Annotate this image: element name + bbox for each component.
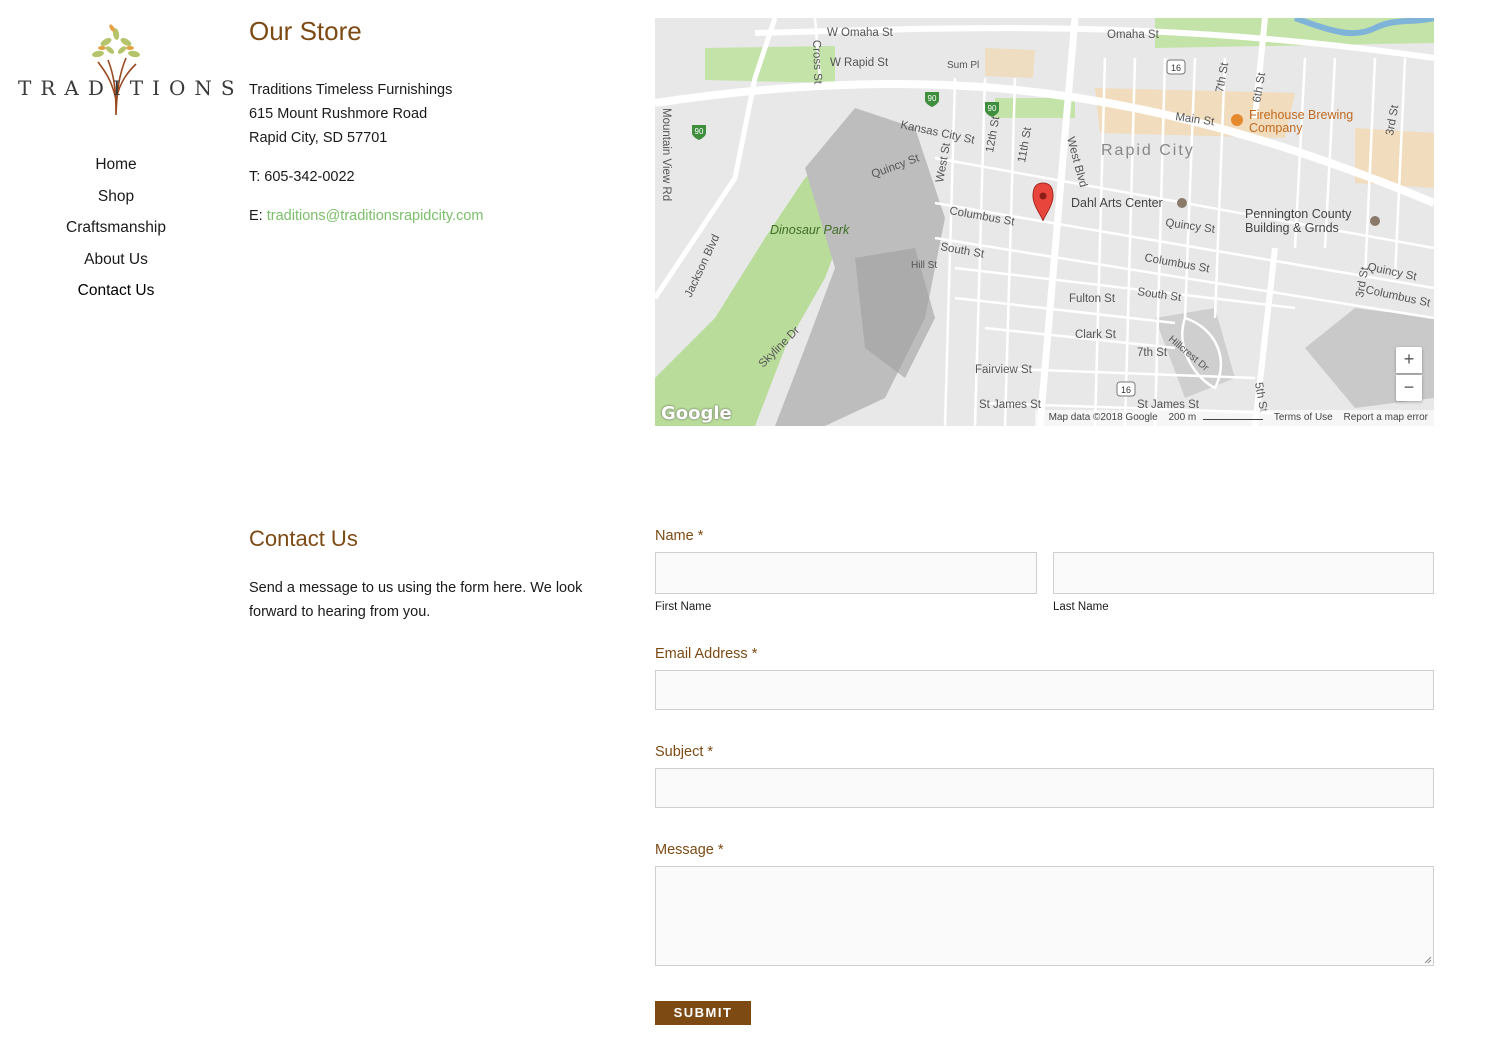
- map-terms-link[interactable]: Terms of Use: [1274, 412, 1333, 423]
- nav-contact-us[interactable]: Contact Us: [16, 278, 216, 310]
- store-title: Our Store: [249, 16, 362, 46]
- name-label: Name *: [655, 528, 704, 544]
- svg-text:90: 90: [928, 94, 937, 103]
- map-attribution: Map data ©2018 Google: [1048, 412, 1158, 423]
- last-name-caption: Last Name: [1053, 601, 1109, 613]
- main-nav: Home Shop Craftsmanship About Us Contact…: [16, 152, 216, 310]
- svg-text:16: 16: [1171, 63, 1181, 73]
- store-phone: T: 605-342-0022: [249, 169, 355, 185]
- map-label: Mountain View Rd: [660, 108, 672, 201]
- svg-text:90: 90: [988, 104, 997, 113]
- map-label: Dahl Arts Center: [1071, 196, 1163, 210]
- store-email-row: E: traditions@traditionsrapidcity.com: [249, 204, 483, 228]
- restaurant-poi-icon[interactable]: [1231, 114, 1243, 126]
- map-label: St James St: [979, 399, 1042, 411]
- contact-title: Contact Us: [249, 526, 358, 551]
- store-city: Rapid City, SD 57701: [249, 130, 388, 146]
- map-label: Building & Grnds: [1245, 221, 1339, 235]
- map-attribution-bar: Map data ©2018 Google 200 m Terms of Use…: [1034, 410, 1434, 426]
- first-name-input[interactable]: [655, 552, 1037, 594]
- map-label: Company: [1249, 121, 1303, 135]
- map-scale-bar: [1203, 414, 1264, 420]
- nav-shop[interactable]: Shop: [16, 184, 216, 216]
- tree-logo-icon: [92, 24, 140, 116]
- map-label: Omaha St: [1107, 29, 1160, 41]
- map-label: W Omaha St: [827, 27, 894, 39]
- nav-craftsmanship[interactable]: Craftsmanship: [16, 215, 216, 247]
- map-label: Fairview St: [975, 364, 1033, 376]
- highway-16-shield-icon: 16: [1166, 59, 1186, 75]
- map-scale[interactable]: 200 m: [1168, 412, 1196, 423]
- contact-description: Send a message to us using the form here…: [249, 580, 583, 620]
- map-label: W Rapid St: [830, 57, 889, 69]
- first-name-caption: First Name: [655, 601, 712, 613]
- map-label: Rapid City: [1101, 142, 1195, 159]
- museum-poi-icon[interactable]: [1177, 198, 1187, 208]
- map-label: Pennington County: [1245, 207, 1352, 221]
- brand-logo[interactable]: TRADITIONS: [18, 20, 244, 120]
- government-poi-icon[interactable]: [1370, 216, 1380, 226]
- google-logo[interactable]: Google: [661, 403, 732, 424]
- logo-wordmark: TRADITIONS: [18, 76, 244, 100]
- last-name-input[interactable]: [1053, 552, 1434, 594]
- map-label: Dinosaur Park: [770, 223, 850, 237]
- store-name: Traditions Timeless Furnishings: [249, 82, 453, 98]
- map-report-link[interactable]: Report a map error: [1344, 412, 1428, 423]
- svg-text:90: 90: [695, 127, 704, 136]
- resize-handle-icon[interactable]: [1424, 956, 1432, 964]
- map-label: Clark St: [1075, 329, 1117, 341]
- map-zoom-out-button[interactable]: −: [1396, 375, 1422, 401]
- map-label: Fulton St: [1069, 293, 1116, 305]
- svg-text:16: 16: [1121, 385, 1131, 395]
- subject-label: Subject *: [655, 744, 714, 760]
- message-textarea[interactable]: [655, 866, 1434, 966]
- email-input[interactable]: [655, 670, 1434, 710]
- map-canvas[interactable]: W Omaha St Omaha St W Rapid St Sum Pl Ka…: [655, 18, 1434, 426]
- subject-input[interactable]: [655, 768, 1434, 808]
- map-label: Cross St: [810, 40, 824, 85]
- email-label: Email Address *: [655, 646, 758, 662]
- email-link[interactable]: traditions@traditionsrapidcity.com: [267, 208, 484, 224]
- nav-about-us[interactable]: About Us: [16, 247, 216, 279]
- map-label: Firehouse Brewing: [1249, 108, 1353, 122]
- map-label: 7th St: [1137, 347, 1168, 359]
- map-zoom-in-button[interactable]: +: [1396, 347, 1422, 373]
- map-label: Hill St: [911, 260, 937, 271]
- store-street: 615 Mount Rushmore Road: [249, 106, 428, 122]
- store-address: Traditions Timeless Furnishings 615 Moun…: [249, 78, 452, 150]
- message-label: Message *: [655, 842, 724, 858]
- nav-home[interactable]: Home: [16, 152, 216, 184]
- google-map[interactable]: W Omaha St Omaha St W Rapid St Sum Pl Ka…: [655, 18, 1434, 426]
- map-label: Sum Pl: [947, 60, 979, 71]
- email-prefix: E:: [249, 208, 263, 224]
- highway-16-shield-icon: 16: [1116, 381, 1136, 397]
- submit-button[interactable]: SUBMIT: [655, 1001, 751, 1025]
